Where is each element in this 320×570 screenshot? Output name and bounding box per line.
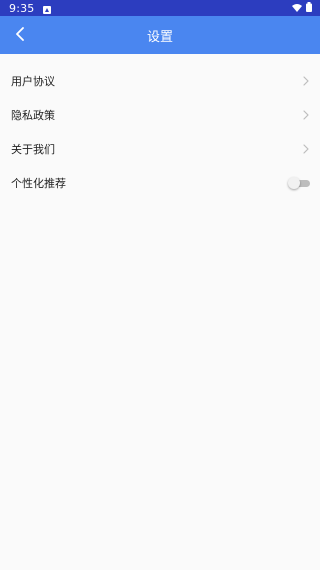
settings-item-label: 关于我们 [11,143,55,156]
settings-item-about-us[interactable]: 关于我们 [0,132,320,166]
settings-item-label: 用户协议 [11,75,55,88]
chevron-left-icon [15,26,25,45]
chevron-right-icon [302,109,310,121]
settings-item-personalized-recommendation: 个性化推荐 [0,166,320,200]
battery-icon [306,1,312,15]
back-button[interactable] [10,25,30,45]
settings-item-label: 个性化推荐 [11,177,66,190]
page-title: 设置 [146,29,173,45]
personalized-recommendation-toggle[interactable] [288,177,310,189]
settings-item-label: 隐私政策 [11,109,55,122]
system-icons [292,1,312,15]
a-notification-icon [42,4,51,14]
settings-list: 用户协议 隐私政策 关于我们 个性化推荐 [0,64,320,200]
settings-item-user-agreement[interactable]: 用户协议 [0,64,320,98]
wifi-icon [292,2,302,15]
app-bar: 设置 [0,16,320,54]
status-time: 9:35 [9,1,35,15]
chevron-right-icon [302,143,310,155]
toggle-thumb [288,177,300,189]
settings-screen: 9:35 设置 用户协议 隐私政策 关于我们 个性化推荐 [0,0,320,570]
settings-item-privacy-policy[interactable]: 隐私政策 [0,98,320,132]
chevron-right-icon [302,75,310,87]
status-bar: 9:35 [0,0,320,16]
